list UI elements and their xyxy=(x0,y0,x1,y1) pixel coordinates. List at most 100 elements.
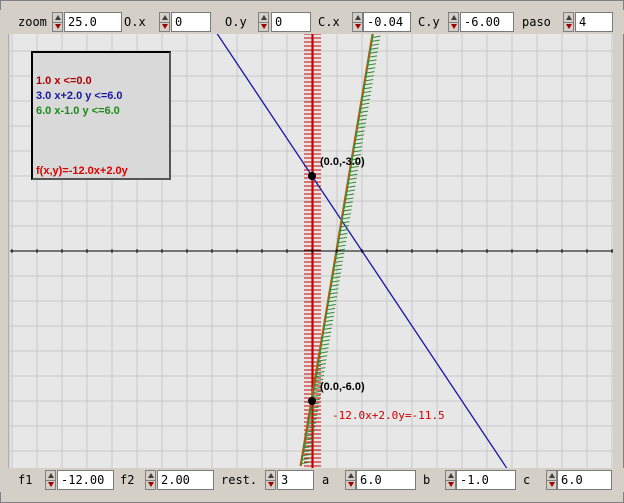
vertex-label-bottom: (0.0,-6.0) xyxy=(320,381,365,393)
legend-box: 1.0 x <=0.0 3.0 x+2.0 y <=6.0 6.0 x-1.0 … xyxy=(31,51,171,180)
a-spinner[interactable] xyxy=(345,470,356,490)
f1-input[interactable] xyxy=(57,470,114,490)
f1-spinner[interactable] xyxy=(45,470,56,490)
cx-spinner[interactable] xyxy=(352,12,363,32)
zoom-spinner[interactable] xyxy=(52,12,63,32)
hatch-mark xyxy=(301,461,310,465)
ox-label: O.x xyxy=(124,15,146,29)
hatch-mark xyxy=(332,276,341,279)
hatch-mark xyxy=(317,367,326,370)
decrement-icon[interactable] xyxy=(160,22,169,31)
decrement-icon[interactable] xyxy=(564,22,573,31)
hatch-mark xyxy=(323,331,332,334)
legend-objective: f(x,y)=-12.0x+2.0y xyxy=(36,165,128,177)
cy-spinner[interactable] xyxy=(448,12,459,32)
f2-control: f2 xyxy=(116,468,216,492)
legend-constraint-3: 6.0 x-1.0 y <=6.0 xyxy=(36,105,120,117)
hatch-mark xyxy=(372,35,381,38)
zoom-input[interactable] xyxy=(64,12,122,32)
hatch-mark xyxy=(317,363,326,366)
b-spinner[interactable] xyxy=(445,470,456,490)
b-input[interactable] xyxy=(456,470,516,490)
hatch-mark xyxy=(321,339,330,342)
c-label: c xyxy=(523,473,531,487)
f2-spinner[interactable] xyxy=(145,470,156,490)
hatch-mark xyxy=(348,181,357,184)
hatch-mark xyxy=(324,323,333,326)
ox-input[interactable] xyxy=(171,12,211,32)
hatch-mark xyxy=(335,260,344,263)
f2-input[interactable] xyxy=(157,470,214,490)
c-input[interactable] xyxy=(557,470,612,490)
hatch-mark xyxy=(345,197,354,200)
cy-label: C.y xyxy=(418,15,440,29)
f2-label: f2 xyxy=(120,473,135,487)
hatch-mark xyxy=(369,55,378,58)
decrement-icon[interactable] xyxy=(146,480,155,489)
decrement-icon[interactable] xyxy=(547,480,556,489)
hatch-mark xyxy=(349,173,358,177)
rest-input[interactable] xyxy=(277,470,314,490)
hatch-mark xyxy=(326,311,335,315)
cy-control: C.y xyxy=(414,10,518,34)
decrement-icon[interactable] xyxy=(446,480,455,489)
hatch-mark xyxy=(356,134,365,137)
hatch-mark xyxy=(339,232,348,236)
hatch-mark xyxy=(338,240,347,244)
hatch-mark xyxy=(371,39,380,42)
hatch-mark xyxy=(348,177,357,180)
oy-spinner[interactable] xyxy=(258,12,269,32)
hatch-mark xyxy=(312,394,321,397)
hatch-mark xyxy=(357,126,366,129)
hatch-mark xyxy=(325,319,334,323)
hatch-mark xyxy=(333,272,342,275)
hatch-mark xyxy=(367,63,376,66)
decrement-icon[interactable] xyxy=(53,22,62,31)
hatch-mark xyxy=(302,453,311,457)
hatch-mark xyxy=(343,209,352,212)
hatch-mark xyxy=(364,83,373,86)
axes xyxy=(10,249,613,253)
hatch-mark xyxy=(371,43,380,46)
vertex-label-top: (0.0,-3.0) xyxy=(320,156,365,168)
paso-control: paso xyxy=(518,10,614,34)
a-input[interactable] xyxy=(356,470,416,490)
hatch-mark xyxy=(316,371,325,374)
oy-input[interactable] xyxy=(271,12,311,32)
decrement-icon[interactable] xyxy=(346,480,355,489)
cx-label: C.x xyxy=(318,15,340,29)
c-spinner[interactable] xyxy=(546,470,557,490)
hatch-mark xyxy=(359,114,368,117)
hatch-mark xyxy=(350,169,359,173)
hatch-mark xyxy=(360,110,369,113)
decrement-icon[interactable] xyxy=(46,480,55,489)
hatch-mark xyxy=(334,264,343,267)
decrement-icon[interactable] xyxy=(353,22,362,31)
hatch-mark xyxy=(344,201,353,204)
cx-input[interactable] xyxy=(363,12,411,32)
b-control: b xyxy=(419,468,519,492)
hatch-mark xyxy=(302,457,311,461)
paso-input[interactable] xyxy=(575,12,613,32)
cy-input[interactable] xyxy=(460,12,514,32)
hatch-mark xyxy=(346,193,355,196)
oy-label: O.y xyxy=(225,15,247,29)
hatch-mark xyxy=(361,98,370,102)
ox-spinner[interactable] xyxy=(159,12,170,32)
decrement-icon[interactable] xyxy=(449,22,458,31)
decrement-icon[interactable] xyxy=(266,480,275,489)
vertex-point xyxy=(308,172,316,180)
paso-spinner[interactable] xyxy=(563,12,574,32)
ox-control: O.x xyxy=(120,10,220,34)
decrement-icon[interactable] xyxy=(259,22,268,31)
hatch-mark xyxy=(363,86,372,90)
rest-label: rest. xyxy=(221,473,258,487)
paso-label: paso xyxy=(522,15,551,29)
rest-spinner[interactable] xyxy=(265,470,276,490)
objective-line-label: -12.0x+2.0y=-11.5 xyxy=(332,409,445,422)
legend-constraint-2: 3.0 x+2.0 y <=6.0 xyxy=(36,90,123,102)
hatch-mark xyxy=(325,315,334,319)
hatch-mark xyxy=(331,280,340,283)
hatch-mark xyxy=(333,268,342,271)
hatch-mark xyxy=(347,185,356,188)
